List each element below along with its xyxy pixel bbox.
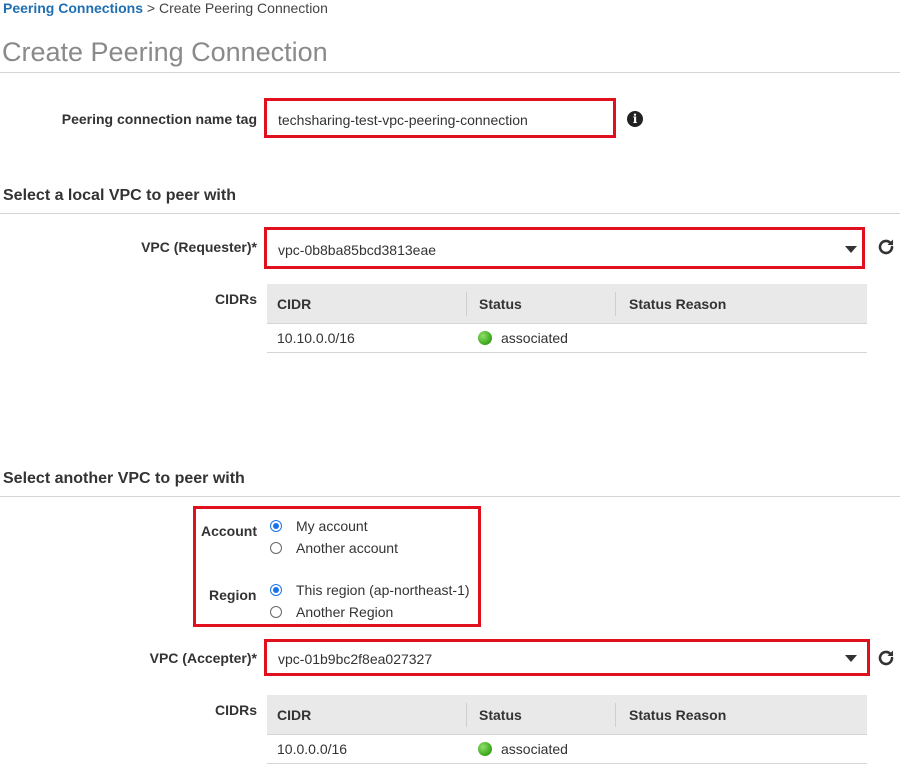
breadcrumb: Peering Connections > Create Peering Con…	[3, 0, 328, 16]
vpc-requester-value: vpc-0b8ba85bcd3813eae	[278, 242, 437, 258]
status-ok-icon	[478, 331, 492, 345]
cidr-cell: 10.10.0.0/16	[277, 330, 355, 346]
column-divider	[466, 292, 467, 316]
radio-another-region[interactable]	[270, 606, 282, 618]
name-tag-value: techsharing-test-vpc-peering-connection	[278, 112, 528, 128]
column-header-status-reason: Status Reason	[629, 296, 727, 312]
cidr-cell: 10.0.0.0/16	[277, 741, 348, 757]
radio-this-region-label[interactable]: This region (ap-northeast-1)	[296, 582, 470, 598]
info-icon[interactable]: i	[627, 111, 643, 127]
vpc-accepter-select[interactable]: vpc-01b9bc2f8ea027327	[264, 639, 870, 676]
table-row: 10.0.0.0/16 associated	[267, 735, 867, 764]
status-ok-icon	[478, 742, 492, 756]
page-title: Create Peering Connection	[2, 37, 328, 67]
local-vpc-section-title: Select a local VPC to peer with	[3, 187, 236, 204]
vpc-requester-select[interactable]: vpc-0b8ba85bcd3813eae	[264, 227, 865, 269]
region-label: Region	[209, 587, 257, 603]
breadcrumb-separator: >	[146, 0, 156, 16]
cidrs-label-local: CIDRs	[214, 291, 257, 307]
another-section-divider	[0, 496, 900, 497]
column-header-status: Status	[479, 296, 522, 312]
vpc-accepter-value: vpc-01b9bc2f8ea027327	[278, 651, 433, 667]
column-divider	[466, 703, 467, 727]
column-header-cidr: CIDR	[277, 707, 312, 723]
table-header: CIDR Status Status Reason	[267, 695, 867, 735]
name-tag-label: Peering connection name tag	[61, 111, 257, 127]
radio-this-region[interactable]	[270, 584, 282, 596]
chevron-down-icon	[845, 655, 857, 662]
column-header-cidr: CIDR	[277, 296, 312, 312]
account-region-group: Account My account Another account Regio…	[193, 506, 481, 627]
title-divider	[0, 72, 900, 73]
column-header-status: Status	[479, 707, 522, 723]
account-label: Account	[201, 523, 257, 539]
table-header: CIDR Status Status Reason	[267, 284, 867, 324]
breadcrumb-link-peering-connections[interactable]: Peering Connections	[3, 0, 143, 16]
radio-my-account-label[interactable]: My account	[296, 518, 368, 534]
status-cell: associated	[501, 741, 568, 757]
radio-another-account[interactable]	[270, 542, 282, 554]
radio-my-account[interactable]	[270, 520, 282, 532]
refresh-icon[interactable]	[876, 648, 896, 671]
table-row: 10.10.0.0/16 associated	[267, 324, 867, 353]
name-tag-input[interactable]: techsharing-test-vpc-peering-connection	[264, 98, 616, 138]
vpc-accepter-label: VPC (Accepter)*	[149, 650, 257, 666]
column-divider	[615, 703, 616, 727]
status-cell: associated	[501, 330, 568, 346]
column-divider	[615, 292, 616, 316]
breadcrumb-current: Create Peering Connection	[159, 0, 328, 16]
vpc-requester-label: VPC (Requester)*	[141, 239, 257, 255]
cidr-table-accepter: CIDR Status Status Reason 10.0.0.0/16 as…	[267, 695, 867, 764]
chevron-down-icon	[845, 246, 857, 253]
column-header-status-reason: Status Reason	[629, 707, 727, 723]
radio-another-account-label[interactable]: Another account	[296, 540, 398, 556]
radio-another-region-label[interactable]: Another Region	[296, 604, 393, 620]
refresh-icon[interactable]	[876, 237, 896, 260]
another-vpc-section-title: Select another VPC to peer with	[3, 470, 245, 487]
cidrs-label-accepter: CIDRs	[214, 702, 257, 718]
local-section-divider	[0, 213, 900, 214]
cidr-table-local: CIDR Status Status Reason 10.10.0.0/16 a…	[267, 284, 867, 353]
